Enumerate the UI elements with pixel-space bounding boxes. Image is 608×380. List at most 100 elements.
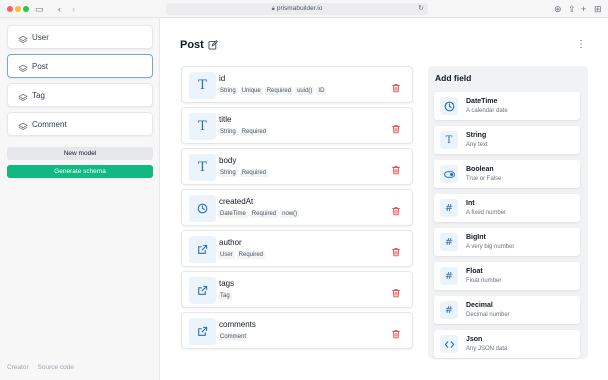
field-tag: Required: [236, 251, 266, 259]
field-card-createdat[interactable]: createdAt DateTime Required now(): [181, 189, 413, 226]
zoom-window-button[interactable]: [23, 6, 29, 12]
field-card-title[interactable]: Ttitle String Required: [181, 107, 413, 144]
clock-icon: [189, 195, 216, 222]
model-item-user[interactable]: User: [7, 25, 153, 49]
field-tag: now(): [280, 210, 300, 218]
type-name: String: [466, 132, 487, 139]
toggle-icon: [440, 165, 458, 183]
creator-link[interactable]: Creator: [7, 364, 29, 371]
field-card-body[interactable]: Tbody String Required: [181, 148, 413, 185]
type-name: BigInt: [466, 234, 486, 241]
add-type-float[interactable]: # Float Float number: [434, 262, 580, 290]
download-icon[interactable]: ⊕: [554, 3, 562, 15]
add-field-title: Add field: [435, 73, 472, 83]
field-tag: ID: [316, 87, 327, 95]
field-tag: Required: [249, 210, 279, 218]
type-description: A very big number: [466, 244, 515, 250]
new-model-button[interactable]: New model: [7, 147, 153, 160]
add-type-datetime[interactable]: DateTime A calendar date: [434, 92, 580, 120]
type-description: Any text: [466, 142, 488, 148]
reload-icon[interactable]: ↻: [418, 3, 424, 15]
field-tags: DateTime Required now(): [218, 210, 301, 218]
trash-icon[interactable]: [391, 162, 401, 175]
add-type-decimal[interactable]: # Decimal Decimal number: [434, 296, 580, 324]
generate-schema-button[interactable]: Generate schema: [7, 165, 153, 178]
tab-overview-icon[interactable]: ⊞: [594, 3, 602, 15]
trash-icon[interactable]: [391, 285, 401, 298]
field-card-tags[interactable]: tags Tag: [181, 271, 413, 308]
field-tag: Tag: [218, 292, 232, 300]
type-description: Float number: [466, 278, 502, 284]
trash-icon[interactable]: [391, 203, 401, 216]
field-tag: String: [218, 87, 238, 95]
text-icon: T: [189, 72, 216, 99]
field-card-author[interactable]: author User Required: [181, 230, 413, 267]
trash-icon[interactable]: [391, 326, 401, 339]
add-type-bigint[interactable]: # BigInt A very big number: [434, 228, 580, 256]
type-name: Boolean: [466, 166, 494, 173]
external-link-icon: [189, 277, 216, 304]
text-icon: T: [189, 154, 216, 181]
footer-links: Creator Source code: [7, 364, 81, 371]
type-description: A calendar date: [466, 108, 508, 114]
new-tab-icon[interactable]: +: [581, 3, 586, 15]
model-item-label: Tag: [32, 91, 45, 100]
code-icon: [440, 335, 458, 353]
layers-icon: [18, 61, 28, 72]
field-tags: String Unique Required uuid() ID: [218, 87, 328, 95]
field-tags: Comment: [218, 333, 250, 341]
sidebar-toggle-icon[interactable]: ▭: [35, 3, 44, 15]
field-name: title: [219, 115, 232, 124]
field-card-id[interactable]: Tid String Unique Required uuid() ID: [181, 66, 413, 103]
model-item-post[interactable]: Post: [7, 54, 153, 78]
address-text: prismabuilder.io: [276, 5, 323, 12]
minimize-window-button[interactable]: [15, 6, 21, 12]
hash-icon: #: [440, 233, 458, 251]
add-type-int[interactable]: # Int A fixed number: [434, 194, 580, 222]
trash-icon[interactable]: [391, 80, 401, 93]
field-tag: String: [218, 128, 238, 136]
add-type-string[interactable]: T String Any text: [434, 126, 580, 154]
share-icon[interactable]: ⇪: [568, 3, 576, 15]
hash-icon: #: [440, 267, 458, 285]
text-icon: T: [189, 113, 216, 140]
model-item-label: Post: [32, 62, 49, 71]
add-type-boolean[interactable]: Boolean True or False: [434, 160, 580, 188]
more-options-icon[interactable]: ⋮: [576, 40, 586, 50]
address-bar[interactable]: 🔒︎ prismabuilder.io ↻: [166, 3, 428, 15]
type-description: Any JSON data: [466, 346, 508, 352]
field-name: tags: [219, 279, 235, 288]
field-tag: uuid(): [295, 87, 315, 95]
trash-icon[interactable]: [391, 244, 401, 257]
field-card-comments[interactable]: comments Comment: [181, 312, 413, 349]
add-type-json[interactable]: Json Any JSON data: [434, 330, 580, 358]
type-name: Float: [466, 268, 483, 275]
field-tag: Required: [264, 87, 294, 95]
field-tag: Required: [239, 128, 269, 136]
layers-icon: [18, 32, 28, 43]
field-list: Tid String Unique Required uuid() ID Ttitle Str…: [181, 66, 414, 353]
trash-icon[interactable]: [391, 121, 401, 134]
page-title: Post: [180, 39, 204, 51]
type-name: Json: [466, 336, 483, 343]
source-code-link[interactable]: Source code: [38, 364, 75, 371]
edit-icon[interactable]: [208, 40, 218, 50]
layers-icon: [18, 119, 28, 130]
sidebar: User Post Tag Comment New model Generate sc…: [0, 18, 160, 380]
type-description: A fixed number: [466, 210, 507, 216]
model-item-tag[interactable]: Tag: [7, 83, 153, 107]
model-item-comment[interactable]: Comment: [7, 112, 153, 136]
text-icon: T: [440, 131, 458, 149]
hash-icon: #: [440, 199, 458, 217]
field-name: comments: [219, 320, 256, 329]
hash-icon: #: [440, 301, 458, 319]
layers-icon: [18, 90, 28, 101]
close-window-button[interactable]: [7, 6, 13, 12]
browser-toolbar: ▭ ‹ › ◐ 🔒︎prismabuilder.io ↻ ⊕ ⇪ + ⊞: [0, 0, 608, 18]
model-item-label: Comment: [32, 120, 67, 129]
field-tags: Tag: [218, 292, 234, 300]
forward-icon[interactable]: ›: [72, 3, 75, 15]
clock-icon: [440, 97, 458, 115]
back-icon[interactable]: ‹: [58, 3, 61, 15]
external-link-icon: [189, 318, 216, 345]
